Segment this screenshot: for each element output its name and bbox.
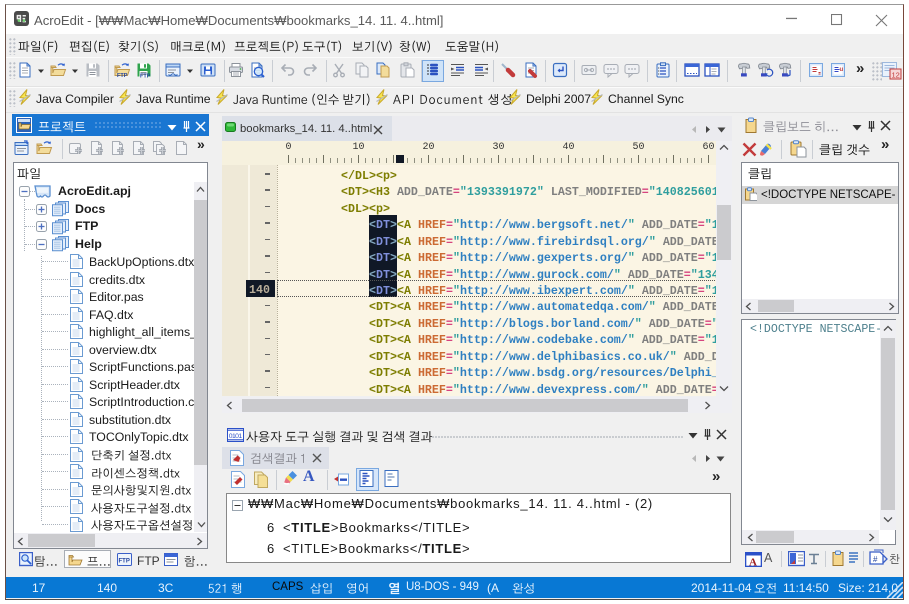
svg-text:FTP: FTP [140, 74, 151, 80]
svg-text:12: 12 [892, 71, 900, 80]
svg-text:FTP: FTP [119, 559, 130, 565]
svg-text:0101: 0101 [229, 433, 243, 440]
svg-text:A: A [749, 557, 757, 568]
svg-text:FTP: FTP [117, 73, 128, 79]
svg-text:#: # [873, 555, 878, 564]
svg-text:u: u [840, 67, 844, 73]
